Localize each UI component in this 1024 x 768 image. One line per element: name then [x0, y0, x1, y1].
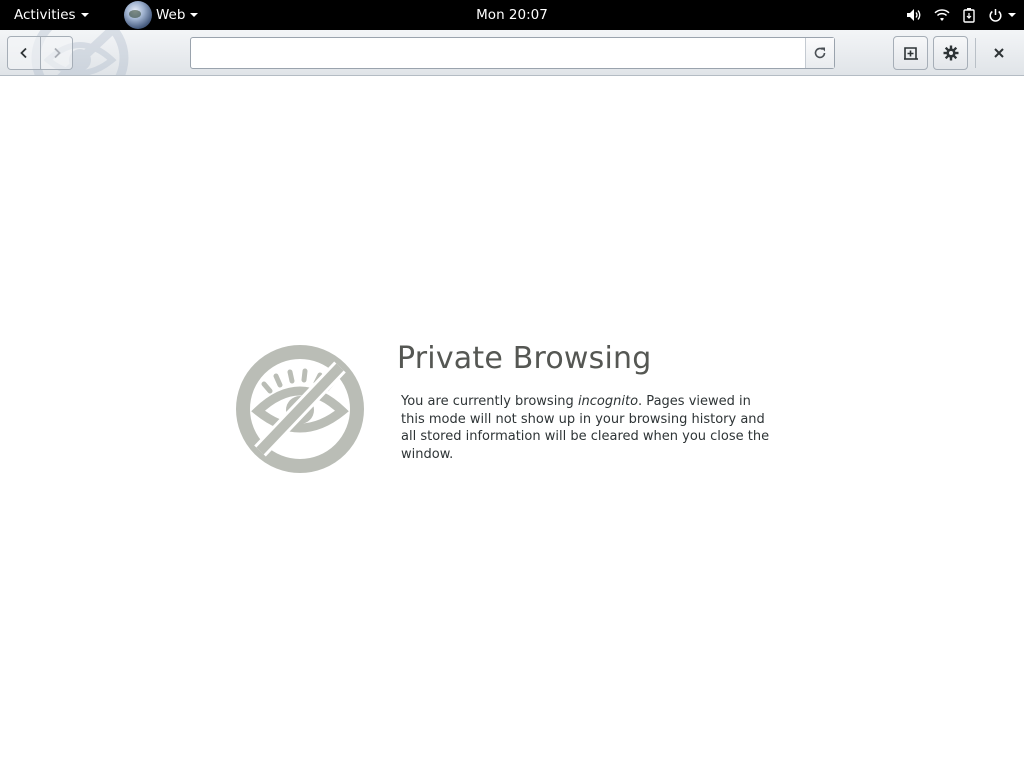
browser-header-bar	[0, 30, 1024, 76]
power-icon	[988, 8, 1016, 23]
navigation-button-group	[7, 36, 73, 70]
incognito-emphasis: incognito	[577, 394, 639, 409]
back-button[interactable]	[8, 37, 40, 69]
reload-icon	[814, 47, 826, 59]
page-title: Private Browsing	[397, 341, 652, 376]
url-input[interactable]	[191, 38, 805, 68]
forward-arrow-icon	[53, 47, 61, 59]
new-tab-icon	[903, 47, 918, 60]
header-separator	[975, 38, 976, 68]
incognito-eye-icon	[236, 345, 364, 473]
activities-caret-icon	[80, 13, 89, 17]
description-text-start: You are currently browsing	[401, 394, 578, 409]
web-globe-icon	[124, 1, 152, 29]
new-tab-button[interactable]	[893, 36, 928, 70]
forward-button[interactable]	[40, 37, 72, 69]
top-panel: Activities Web Mon 20:07	[0, 0, 1024, 30]
activities-label: Activities	[14, 7, 76, 23]
volume-icon	[906, 8, 922, 22]
app-menu-label: Web	[156, 7, 186, 23]
url-bar	[190, 37, 835, 69]
close-icon	[994, 48, 1004, 58]
private-browsing-description: You are currently browsing incognito. Pa…	[401, 393, 773, 463]
close-button[interactable]	[983, 36, 1015, 70]
system-status-area[interactable]	[906, 0, 1016, 30]
gear-icon	[943, 45, 958, 61]
settings-button[interactable]	[933, 36, 968, 70]
battery-icon	[962, 7, 976, 23]
power-caret-icon	[1008, 13, 1016, 17]
wifi-icon	[934, 8, 950, 22]
app-menu-button[interactable]: Web	[124, 0, 199, 30]
clock[interactable]: Mon 20:07	[476, 7, 548, 23]
back-arrow-icon	[20, 47, 27, 59]
app-menu-caret-icon	[190, 13, 199, 17]
reload-button[interactable]	[805, 38, 834, 68]
page-content: Private Browsing You are currently brows…	[0, 77, 1024, 768]
activities-button[interactable]: Activities	[14, 0, 89, 30]
